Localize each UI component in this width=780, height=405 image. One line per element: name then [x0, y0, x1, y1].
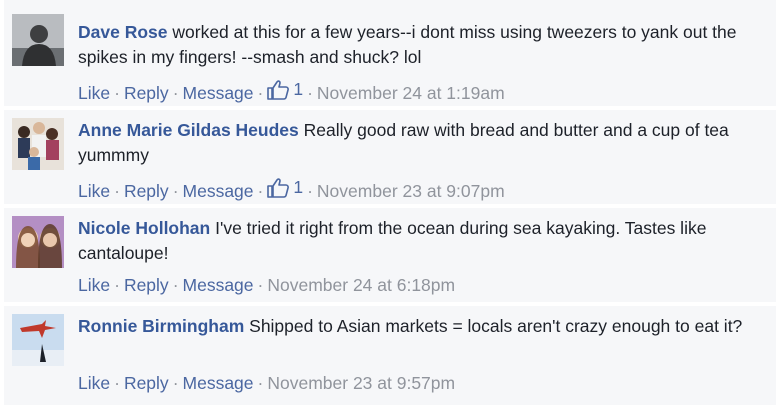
separator: · — [172, 275, 179, 295]
message-link[interactable]: Message — [183, 181, 254, 201]
message-link[interactable]: Message — [183, 83, 254, 103]
comment-body: Nicole Hollohan I've tried it right from… — [78, 216, 768, 266]
avatar[interactable] — [12, 14, 64, 66]
separator: · — [257, 83, 264, 103]
separator: · — [307, 181, 313, 201]
separator: · — [257, 275, 264, 295]
reply-link[interactable]: Reply — [124, 275, 169, 295]
comment-text: worked at this for a few years--i dont m… — [78, 22, 737, 67]
message-link[interactable]: Message — [183, 373, 254, 393]
comment-item: Anne Marie Gildas Heudes Really good raw… — [4, 110, 776, 204]
like-count-value: 1 — [293, 79, 304, 99]
comment-body: Ronnie Birmingham Shipped to Asian marke… — [78, 314, 768, 339]
comment-author-link[interactable]: Anne Marie Gildas Heudes — [78, 120, 299, 140]
separator: · — [172, 83, 179, 103]
like-link[interactable]: Like — [78, 275, 110, 295]
separator: · — [257, 181, 264, 201]
reply-link[interactable]: Reply — [124, 373, 169, 393]
comment-author-link[interactable]: Nicole Hollohan — [78, 218, 210, 238]
thumbs-up-icon — [267, 178, 290, 198]
comment-item: Dave Rose worked at this for a few years… — [4, 0, 776, 106]
comment-body: Anne Marie Gildas Heudes Really good raw… — [78, 118, 768, 168]
comment-item: Nicole Hollohan I've tried it right from… — [4, 208, 776, 302]
avatar[interactable] — [12, 216, 64, 268]
avatar-image — [12, 14, 64, 66]
message-link[interactable]: Message — [183, 275, 254, 295]
comment-list: Dave Rose worked at this for a few years… — [0, 0, 780, 405]
avatar-image — [12, 314, 64, 366]
reply-link[interactable]: Reply — [124, 83, 169, 103]
separator: · — [114, 83, 120, 103]
comment-actions: Like · Reply · Message · 1 · November 24 at 1:19… — [78, 78, 505, 104]
separator: · — [114, 275, 120, 295]
avatar[interactable] — [12, 314, 64, 366]
avatar-image — [12, 216, 64, 268]
comment-author-link[interactable]: Dave Rose — [78, 22, 168, 42]
separator: · — [172, 181, 179, 201]
comment-timestamp[interactable]: November 23 at 9:07pm — [317, 181, 505, 201]
like-link[interactable]: Like — [78, 83, 110, 103]
comment-author-link[interactable]: Ronnie Birmingham — [78, 316, 244, 336]
like-count[interactable]: 1 — [267, 78, 303, 100]
comment-text: Shipped to Asian markets = locals aren't… — [249, 316, 743, 336]
like-count-value: 1 — [293, 177, 304, 197]
comment-item: Ronnie Birmingham Shipped to Asian marke… — [4, 306, 776, 405]
comment-actions: Like · Reply · Message · November 24 at 6:18pm — [78, 274, 455, 296]
like-count[interactable]: 1 — [267, 176, 303, 198]
thumbs-up-icon — [267, 80, 290, 100]
separator: · — [257, 373, 264, 393]
like-link[interactable]: Like — [78, 181, 110, 201]
separator: · — [172, 373, 179, 393]
reply-link[interactable]: Reply — [124, 181, 169, 201]
avatar[interactable] — [12, 118, 64, 170]
comment-timestamp[interactable]: November 24 at 1:19am — [317, 83, 505, 103]
comment-body: Dave Rose worked at this for a few years… — [78, 20, 768, 70]
comment-timestamp[interactable]: November 23 at 9:57pm — [267, 373, 455, 393]
comment-actions: Like · Reply · Message · November 23 at 9:57pm — [78, 372, 455, 394]
separator: · — [114, 181, 120, 201]
comment-timestamp[interactable]: November 24 at 6:18pm — [267, 275, 455, 295]
separator: · — [114, 373, 120, 393]
separator: · — [307, 83, 313, 103]
comment-actions: Like · Reply · Message · 1 · November 23 at 9:07… — [78, 176, 505, 202]
like-link[interactable]: Like — [78, 373, 110, 393]
avatar-image — [12, 118, 64, 170]
